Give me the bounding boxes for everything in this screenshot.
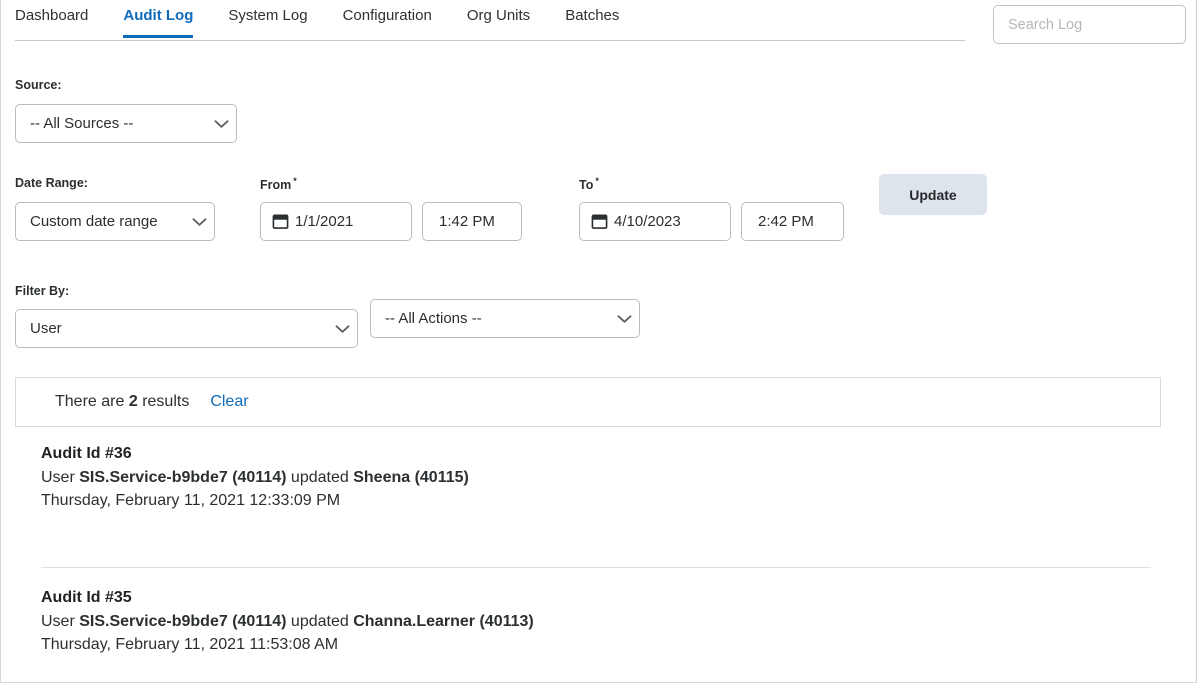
main-tab-bar: Dashboard Audit Log System Log Configura…	[15, 0, 965, 41]
from-label: From *	[260, 176, 297, 192]
audit-record-action: updated	[290, 613, 349, 630]
results-count-text: There are 2 results	[16, 393, 189, 411]
from-date-field[interactable]: 1/1/2021	[260, 202, 412, 241]
from-label-text: From	[260, 178, 292, 193]
tab-batches[interactable]: Batches	[565, 0, 619, 37]
audit-record-line-prefix: User	[41, 613, 75, 630]
to-date-field[interactable]: 4/10/2023	[579, 202, 731, 241]
audit-record-actor: SIS.Service-b9bde7 (40114)	[79, 613, 287, 630]
audit-record-item: Audit Id #35 User SIS.Service-b9bde7 (40…	[41, 589, 1151, 654]
tab-audit-log[interactable]: Audit Log	[123, 0, 194, 38]
results-prefix: There are	[55, 393, 125, 410]
filter-by-label: Filter By:	[15, 284, 70, 298]
to-date-value: 4/10/2023	[614, 213, 681, 230]
calendar-icon	[261, 213, 295, 230]
to-label: To *	[579, 176, 599, 192]
audit-record-target: Sheena (40115)	[353, 469, 469, 486]
audit-record-timestamp: Thursday, February 11, 2021 12:33:09 PM	[41, 492, 341, 509]
source-label: Source:	[15, 78, 62, 92]
clear-filters-link[interactable]: Clear	[210, 393, 248, 411]
chevron-down-icon	[327, 324, 357, 334]
from-date-value: 1/1/2021	[295, 213, 354, 230]
audit-record-timestamp: Thursday, February 11, 2021 11:53:08 AM	[41, 636, 339, 653]
search-log-box[interactable]	[993, 5, 1197, 44]
tab-configuration-label: Configuration	[342, 7, 432, 24]
results-suffix: results	[142, 393, 190, 410]
audit-record-target: Channa.Learner (40113)	[353, 613, 534, 630]
tab-batches-label: Batches	[565, 7, 620, 24]
search-input[interactable]	[994, 16, 1197, 33]
action-filter-select[interactable]: -- All Actions --	[370, 299, 640, 338]
audit-record-title: Audit Id #35	[41, 589, 132, 606]
audit-log-page: Dashboard Audit Log System Log Configura…	[0, 0, 1197, 683]
results-count: 2	[128, 393, 138, 410]
date-range-select-value: Custom date range	[30, 213, 158, 230]
source-select[interactable]: -- All Sources --	[15, 104, 237, 143]
update-button[interactable]: Update	[879, 174, 987, 215]
action-filter-select-value: -- All Actions --	[385, 310, 482, 327]
to-time-value: 2:42 PM	[758, 213, 814, 230]
tab-dashboard-label: Dashboard	[15, 7, 89, 24]
audit-record-action: updated	[290, 469, 349, 486]
tab-org-units-label: Org Units	[466, 7, 531, 24]
date-range-select[interactable]: Custom date range	[15, 202, 215, 241]
audit-record-title: Audit Id #36	[41, 445, 132, 462]
source-select-value: -- All Sources --	[30, 115, 134, 132]
filter-by-select[interactable]: User	[15, 309, 358, 348]
tab-system-log[interactable]: System Log	[228, 0, 307, 37]
to-label-text: To	[579, 178, 594, 193]
date-range-label: Date Range:	[15, 176, 88, 190]
from-required-marker: *	[293, 176, 297, 186]
audit-record-actor: SIS.Service-b9bde7 (40114)	[79, 469, 287, 486]
audit-record-description: User SIS.Service-b9bde7 (40114) updated …	[41, 613, 1151, 631]
tab-system-log-label: System Log	[228, 7, 308, 24]
to-required-marker: *	[595, 176, 599, 186]
chevron-down-icon	[206, 119, 236, 129]
record-divider	[41, 567, 1151, 568]
tab-org-units[interactable]: Org Units	[467, 0, 530, 37]
audit-record-description: User SIS.Service-b9bde7 (40114) updated …	[41, 469, 1151, 487]
tab-dashboard[interactable]: Dashboard	[15, 0, 88, 37]
tab-audit-log-label: Audit Log	[123, 7, 194, 24]
filter-by-select-value: User	[30, 320, 62, 337]
from-time-value: 1:42 PM	[439, 213, 495, 230]
chevron-down-icon	[609, 314, 639, 324]
from-time-field[interactable]: 1:42 PM	[422, 202, 522, 241]
to-time-field[interactable]: 2:42 PM	[741, 202, 844, 241]
results-summary-bar: There are 2 results Clear	[15, 377, 1161, 427]
audit-record-line-prefix: User	[41, 469, 75, 486]
chevron-down-icon	[184, 217, 214, 227]
calendar-icon	[580, 213, 614, 230]
tab-configuration[interactable]: Configuration	[343, 0, 432, 37]
audit-record-item: Audit Id #36 User SIS.Service-b9bde7 (40…	[41, 445, 1151, 510]
